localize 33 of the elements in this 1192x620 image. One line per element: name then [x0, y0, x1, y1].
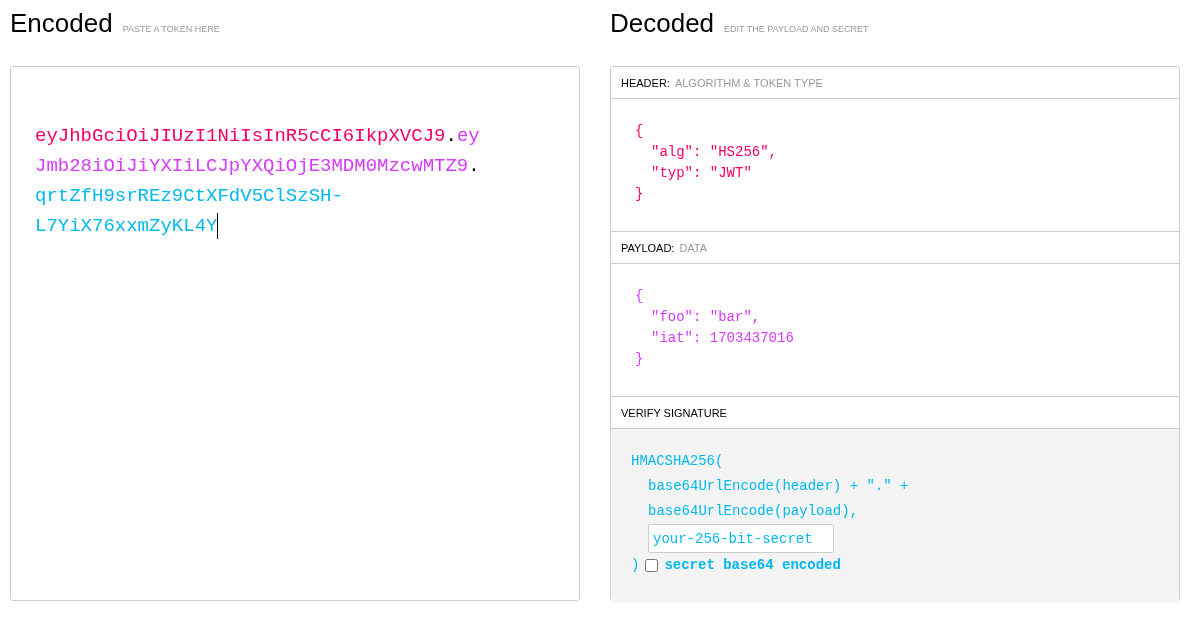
token-dot-text: . [468, 155, 480, 177]
decoded-title: Decoded [610, 8, 715, 39]
token-signature-text: qrtZfH9srREz9CtXFdV5ClSzSH- [35, 185, 343, 207]
token-dot-text: . [445, 125, 457, 147]
code-line: "iat": 1703437016 [650, 329, 795, 348]
code-line: base64UrlEncode(payload), [647, 502, 860, 521]
section-label: HEADER: [621, 76, 670, 89]
secret-field[interactable]: your-256-bit-secret [648, 524, 834, 553]
checkbox-label: secret base64 encoded [664, 556, 841, 575]
section-label: VERIFY SIGNATURE [621, 406, 727, 419]
section-hint: ALGORITHM & TOKEN TYPE [674, 76, 823, 89]
code-line: "foo": "bar", [650, 308, 762, 327]
code-line: "typ": "JWT" [650, 164, 753, 183]
code-line: base64UrlEncode(header) + "." + [647, 477, 910, 496]
token-payload-text: Jmb28iOiJiYXIiLCJpYXQiOjE3MDM0MzcwMTZ9 [35, 155, 469, 177]
code-line: } [635, 350, 645, 369]
code-line: "alg": "HS256", [650, 143, 779, 162]
decoded-subtitle: EDIT THE PAYLOAD AND SECRET [724, 24, 869, 34]
code-line: HMACSHA256( [631, 452, 724, 471]
base64-checkbox[interactable] [645, 559, 659, 572]
token-header-text: eyJhbGciOiJIUzI1NiIsInR5cCI6IkpXVCJ9 [35, 125, 446, 147]
code-line: ) [631, 556, 640, 575]
token-signature-text: L7YiX76xxmZyKL4Y [35, 215, 218, 237]
token-input[interactable]: eyJhbGciOiJIUzI1NiIsInR5cCI6IkpXVCJ9.ey Jmb28iOiJiYXIiLCJpYXQiOjE3MDM0MzcwMTZ9. qrtZfH9srREz9CtXFdV5ClSzSH- L7YiX76xxmZyKL4Y [10, 66, 580, 601]
code-line: } [635, 185, 645, 204]
text-cursor [217, 213, 219, 239]
code-line: { [635, 287, 645, 306]
code-line: { [635, 122, 645, 141]
encoded-subtitle: PASTE A TOKEN HERE [122, 24, 220, 34]
encoded-title: Encoded [10, 8, 113, 39]
section-hint: DATA [679, 241, 708, 254]
section-label: PAYLOAD: [621, 241, 675, 254]
token-payload-text: ey [456, 125, 480, 147]
